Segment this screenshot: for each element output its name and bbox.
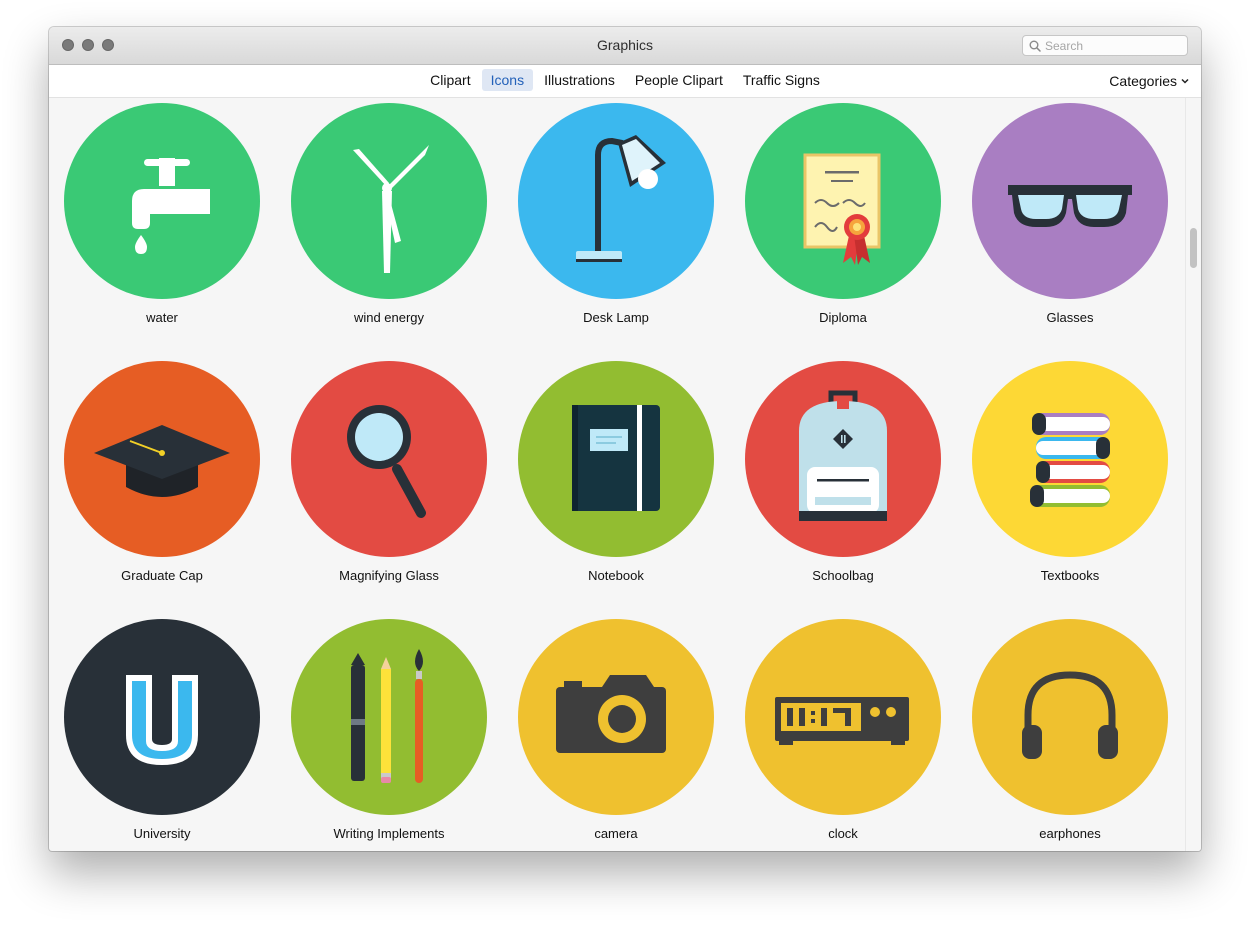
icon-circle	[745, 361, 941, 557]
vertical-scrollbar[interactable]	[1185, 98, 1201, 851]
search-field[interactable]	[1022, 35, 1188, 56]
categories-menu[interactable]: Categories	[1109, 73, 1189, 89]
icon-tile-water[interactable]: water	[64, 103, 260, 325]
earphones-icon	[1022, 671, 1118, 759]
magnifying-glass-icon	[347, 405, 426, 518]
icon-circle	[64, 619, 260, 815]
icon-circle	[518, 361, 714, 557]
icon-label: earphones	[1039, 826, 1101, 841]
icon-tile-university[interactable]: University	[64, 619, 260, 841]
glasses-icon	[1008, 185, 1132, 227]
icon-label: wind energy	[353, 310, 425, 325]
icon-tile-magnifying-glass[interactable]: Magnifying Glass	[291, 361, 487, 583]
icon-circle	[972, 361, 1168, 557]
writing-implements-icon	[351, 649, 423, 783]
icon-tile-camera[interactable]: camera	[518, 619, 714, 841]
icon-label: Schoolbag	[812, 568, 874, 583]
toolbar: Clipart Icons Illustrations People Clipart T…	[49, 65, 1201, 98]
tab-traffic-signs[interactable]: Traffic Signs	[734, 69, 829, 91]
icon-tile-glasses[interactable]: Glasses	[972, 103, 1168, 325]
icon-label: Writing Implements	[333, 826, 445, 841]
icon-label: Textbooks	[1040, 568, 1100, 583]
icon-tile-schoolbag[interactable]: Schoolbag	[745, 361, 941, 583]
icon-label: clock	[828, 826, 858, 841]
icon-tile-writing-implements[interactable]: Writing Implements	[291, 619, 487, 841]
wind-turbine-icon	[353, 145, 429, 273]
icon-tile-graduate-cap[interactable]: Graduate Cap	[64, 361, 260, 583]
icon-circle	[745, 619, 941, 815]
icon-circle	[518, 103, 714, 299]
tab-illustrations[interactable]: Illustrations	[535, 69, 624, 91]
icon-tile-notebook[interactable]: Notebook	[518, 361, 714, 583]
icon-label: water	[146, 310, 178, 325]
camera-icon	[556, 675, 666, 753]
icon-circle	[972, 103, 1168, 299]
icon-circle	[518, 619, 714, 815]
categories-label: Categories	[1109, 73, 1177, 89]
icon-tile-desk-lamp[interactable]: Desk Lamp	[518, 103, 714, 325]
title-bar: Graphics	[49, 27, 1201, 65]
university-icon	[126, 675, 198, 765]
icon-label: Diploma	[819, 310, 867, 325]
icon-tile-earphones[interactable]: earphones	[972, 619, 1168, 841]
icon-circle	[64, 103, 260, 299]
graphics-window: Graphics ClipartIconsIllustrationsPeople…	[49, 27, 1201, 851]
schoolbag-icon	[799, 390, 887, 521]
desk-lamp-icon	[576, 135, 666, 262]
tab-clipart[interactable]: Clipart	[421, 69, 479, 91]
search-icon	[1029, 40, 1041, 52]
icon-gallery: water wind energy Desk Lamp Diploma Glas…	[49, 98, 1185, 851]
icon-label: camera	[594, 826, 638, 841]
digital-clock-icon	[775, 697, 909, 745]
icon-circle	[64, 361, 260, 557]
icon-tile-wind-energy[interactable]: wind energy	[291, 103, 487, 325]
notebook-icon	[572, 405, 660, 511]
icon-label: Graduate Cap	[121, 568, 203, 583]
icon-label: University	[133, 826, 191, 841]
icon-circle	[972, 619, 1168, 815]
icon-circle	[745, 103, 941, 299]
textbooks-icon	[1030, 413, 1110, 507]
icon-tile-textbooks[interactable]: Textbooks	[972, 361, 1168, 583]
icon-tile-clock[interactable]: clock	[745, 619, 941, 841]
icon-label: Desk Lamp	[583, 310, 649, 325]
icon-circle	[291, 619, 487, 815]
scrollbar-thumb[interactable]	[1190, 228, 1197, 268]
tab-people-clipart[interactable]: People Clipart	[626, 69, 732, 91]
icon-label: Glasses	[1046, 310, 1094, 325]
category-tabs: Clipart Icons Illustrations People Clipart T…	[49, 69, 1201, 91]
icon-label: Magnifying Glass	[339, 568, 439, 583]
icon-circle	[291, 103, 487, 299]
icon-circle	[291, 361, 487, 557]
icon-label: Notebook	[588, 568, 644, 583]
graduate-cap-icon	[94, 425, 230, 497]
diploma-icon	[803, 153, 881, 265]
search-input[interactable]	[1045, 38, 1180, 53]
water-tap-icon	[132, 158, 210, 254]
tab-icons[interactable]: Icons	[481, 69, 534, 91]
chevron-down-icon	[1181, 78, 1189, 84]
icon-tile-diploma[interactable]: Diploma	[745, 103, 941, 325]
